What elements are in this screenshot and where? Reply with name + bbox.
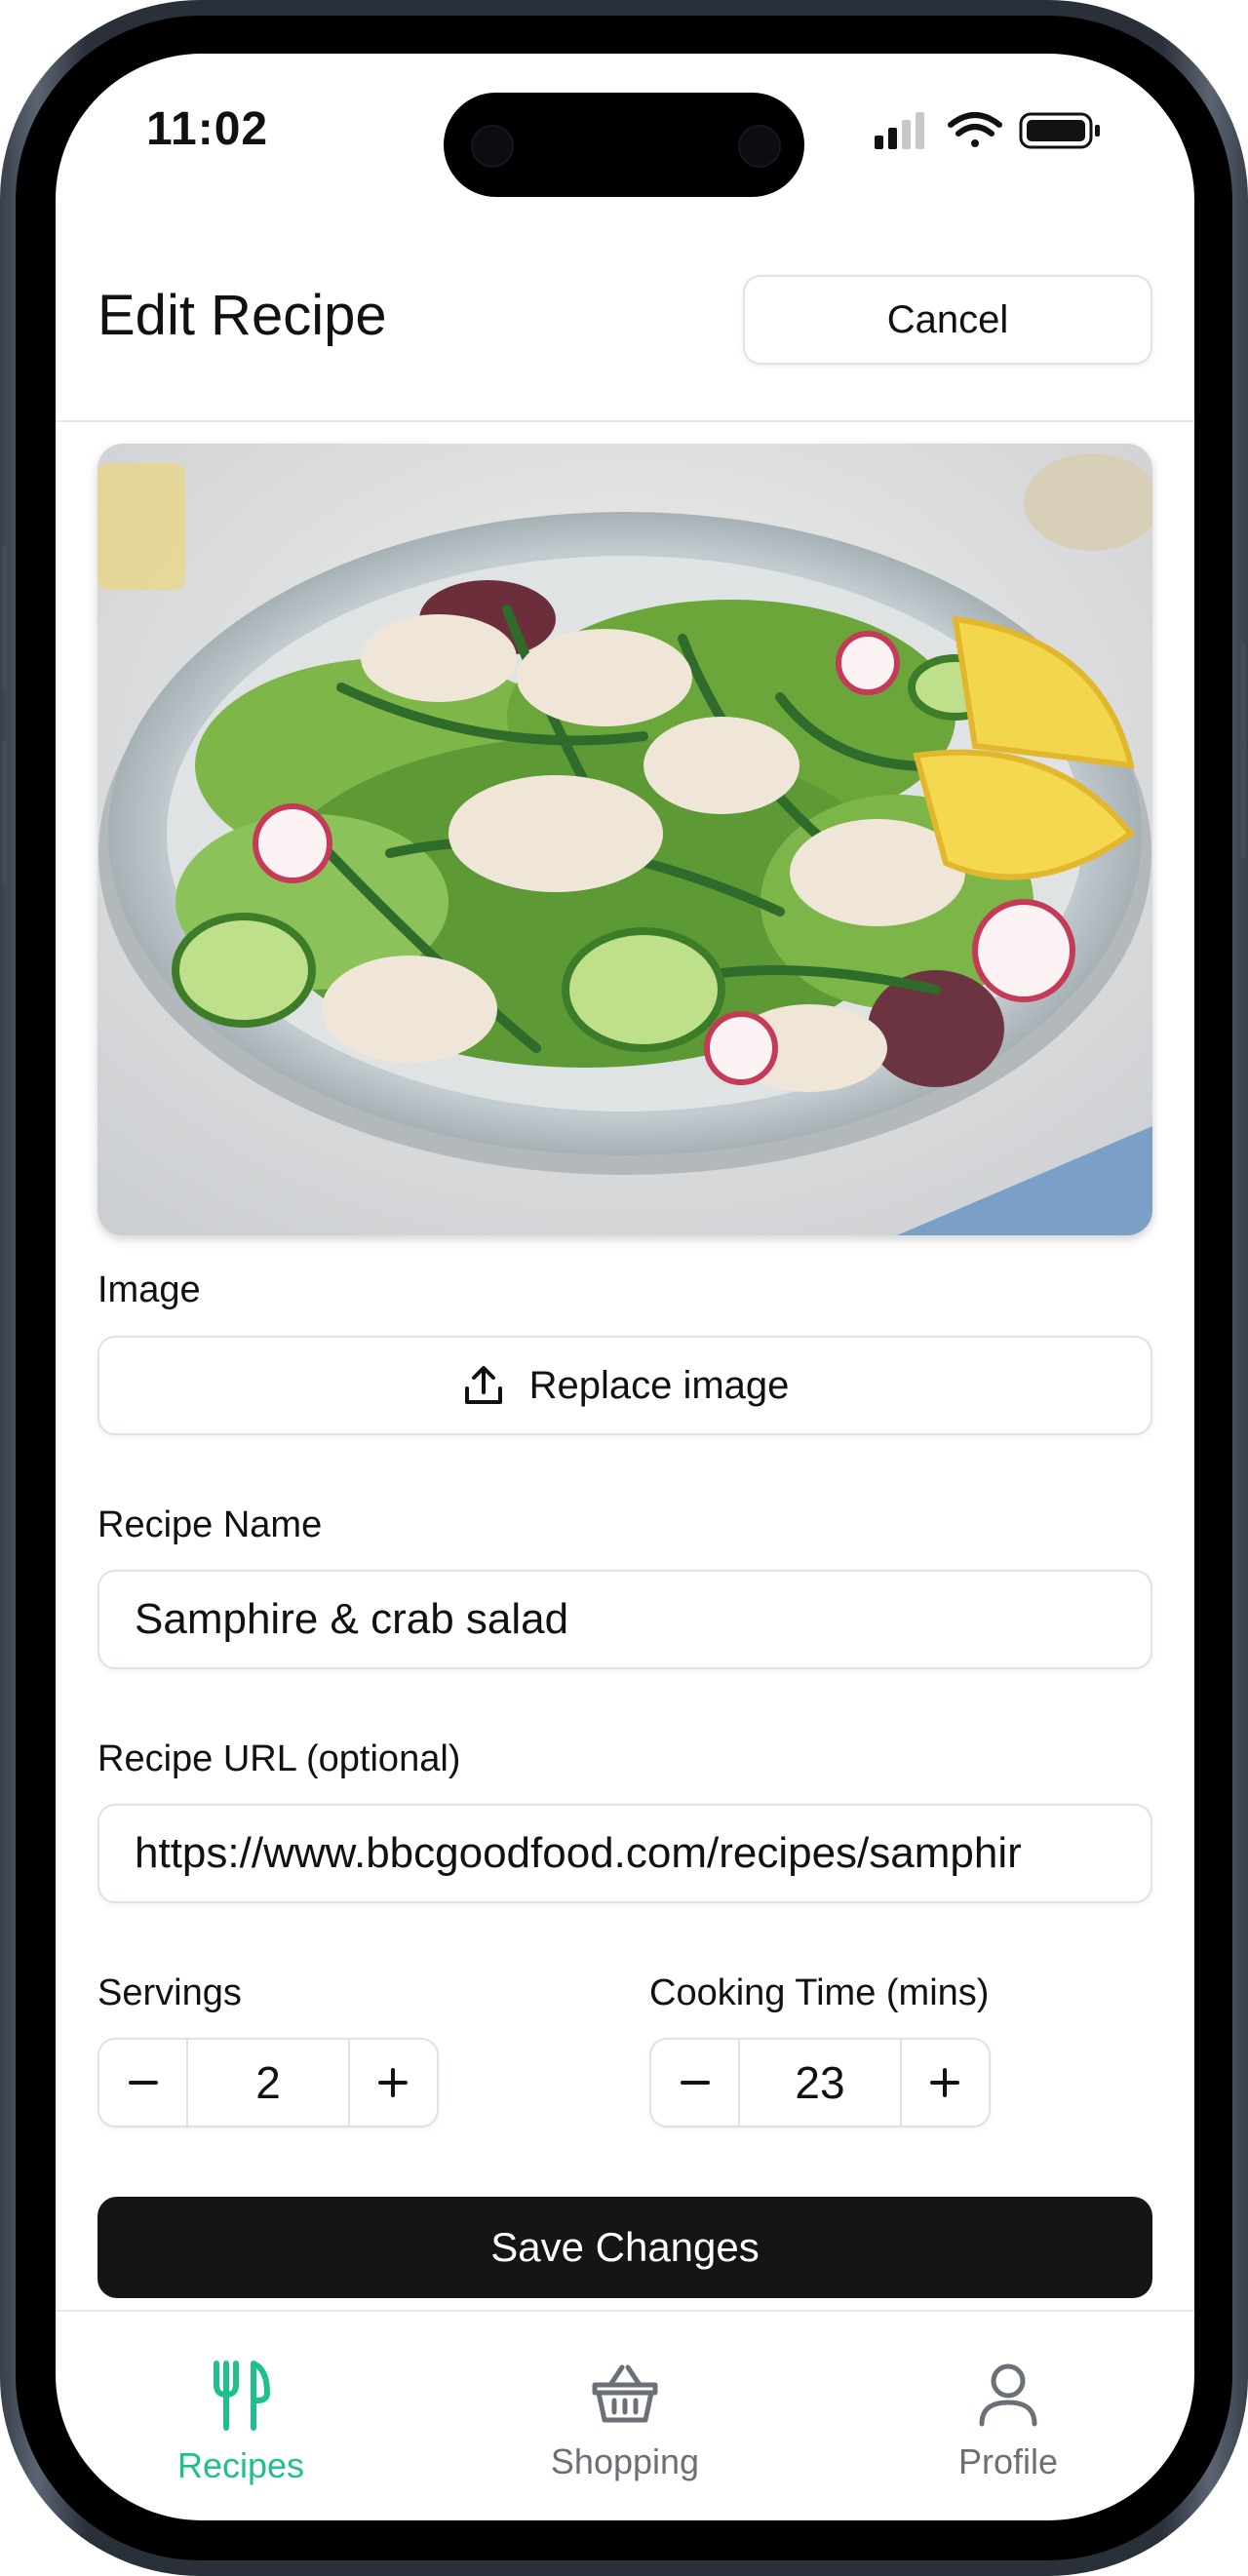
plus-icon xyxy=(930,2068,960,2097)
camera-icon xyxy=(471,125,514,168)
servings-increment-button[interactable] xyxy=(350,2040,437,2126)
servings-label: Servings xyxy=(98,1972,242,2013)
screen xyxy=(56,54,1194,2520)
tab-bar-divider xyxy=(56,2310,1194,2312)
tab-profile-label: Profile xyxy=(957,2441,1059,2481)
person-icon xyxy=(979,2363,1037,2427)
cancel-button[interactable]: Cancel xyxy=(743,275,1152,365)
save-changes-button[interactable]: Save Changes xyxy=(98,2197,1152,2298)
minus-icon xyxy=(128,2081,158,2085)
power-button xyxy=(1240,644,1246,858)
basket-icon xyxy=(592,2364,658,2423)
volume-button xyxy=(2,546,8,692)
dynamic-island xyxy=(444,93,804,197)
status-time: 11:02 xyxy=(146,103,269,155)
cooking-time-stepper: 23 xyxy=(649,2038,991,2127)
recipe-name-input[interactable]: Samphire & crab salad xyxy=(98,1570,1152,1669)
recipe-url-value: https://www.bbcgoodfood.com/recipes/samp… xyxy=(135,1829,1022,1877)
minus-icon xyxy=(680,2081,710,2085)
recipe-url-label: Recipe URL (optional) xyxy=(98,1738,461,1779)
servings-value[interactable]: 2 xyxy=(186,2040,350,2126)
page-title: Edit Recipe xyxy=(98,284,387,347)
recipe-url-input[interactable]: https://www.bbcgoodfood.com/recipes/samp… xyxy=(98,1804,1152,1903)
cooking-time-label: Cooking Time (mins) xyxy=(649,1972,990,2013)
tab-recipes[interactable]: Recipes xyxy=(95,2360,387,2506)
image-label: Image xyxy=(98,1269,201,1310)
battery-icon xyxy=(1019,112,1100,149)
tab-shopping[interactable]: Shopping xyxy=(479,2360,771,2506)
cancel-button-label: Cancel xyxy=(886,297,1009,341)
recipe-name-value: Samphire & crab salad xyxy=(135,1595,569,1643)
recipe-name-label: Recipe Name xyxy=(98,1504,323,1545)
status-icons xyxy=(873,110,1107,153)
tab-recipes-label: Recipes xyxy=(176,2445,305,2485)
tab-shopping-label: Shopping xyxy=(550,2441,700,2481)
replace-image-label: Replace image xyxy=(528,1363,790,1407)
upload-icon xyxy=(464,1366,502,1404)
volume-button xyxy=(2,741,8,887)
header-divider xyxy=(56,420,1194,422)
cooking-time-decrement-button[interactable] xyxy=(651,2040,738,2126)
fork-knife-icon xyxy=(214,2361,270,2431)
signal-icon xyxy=(875,112,924,149)
recipe-image xyxy=(98,444,1152,1235)
tab-profile[interactable]: Profile xyxy=(862,2360,1154,2506)
servings-stepper: 2 xyxy=(98,2038,439,2127)
wifi-icon xyxy=(948,112,1002,147)
servings-decrement-button[interactable] xyxy=(99,2040,186,2126)
cooking-time-increment-button[interactable] xyxy=(902,2040,989,2126)
replace-image-button[interactable]: Replace image xyxy=(98,1336,1152,1435)
plus-icon xyxy=(378,2068,409,2097)
save-changes-label: Save Changes xyxy=(490,2224,760,2270)
cooking-time-value[interactable]: 23 xyxy=(738,2040,902,2126)
camera-icon xyxy=(738,125,781,168)
